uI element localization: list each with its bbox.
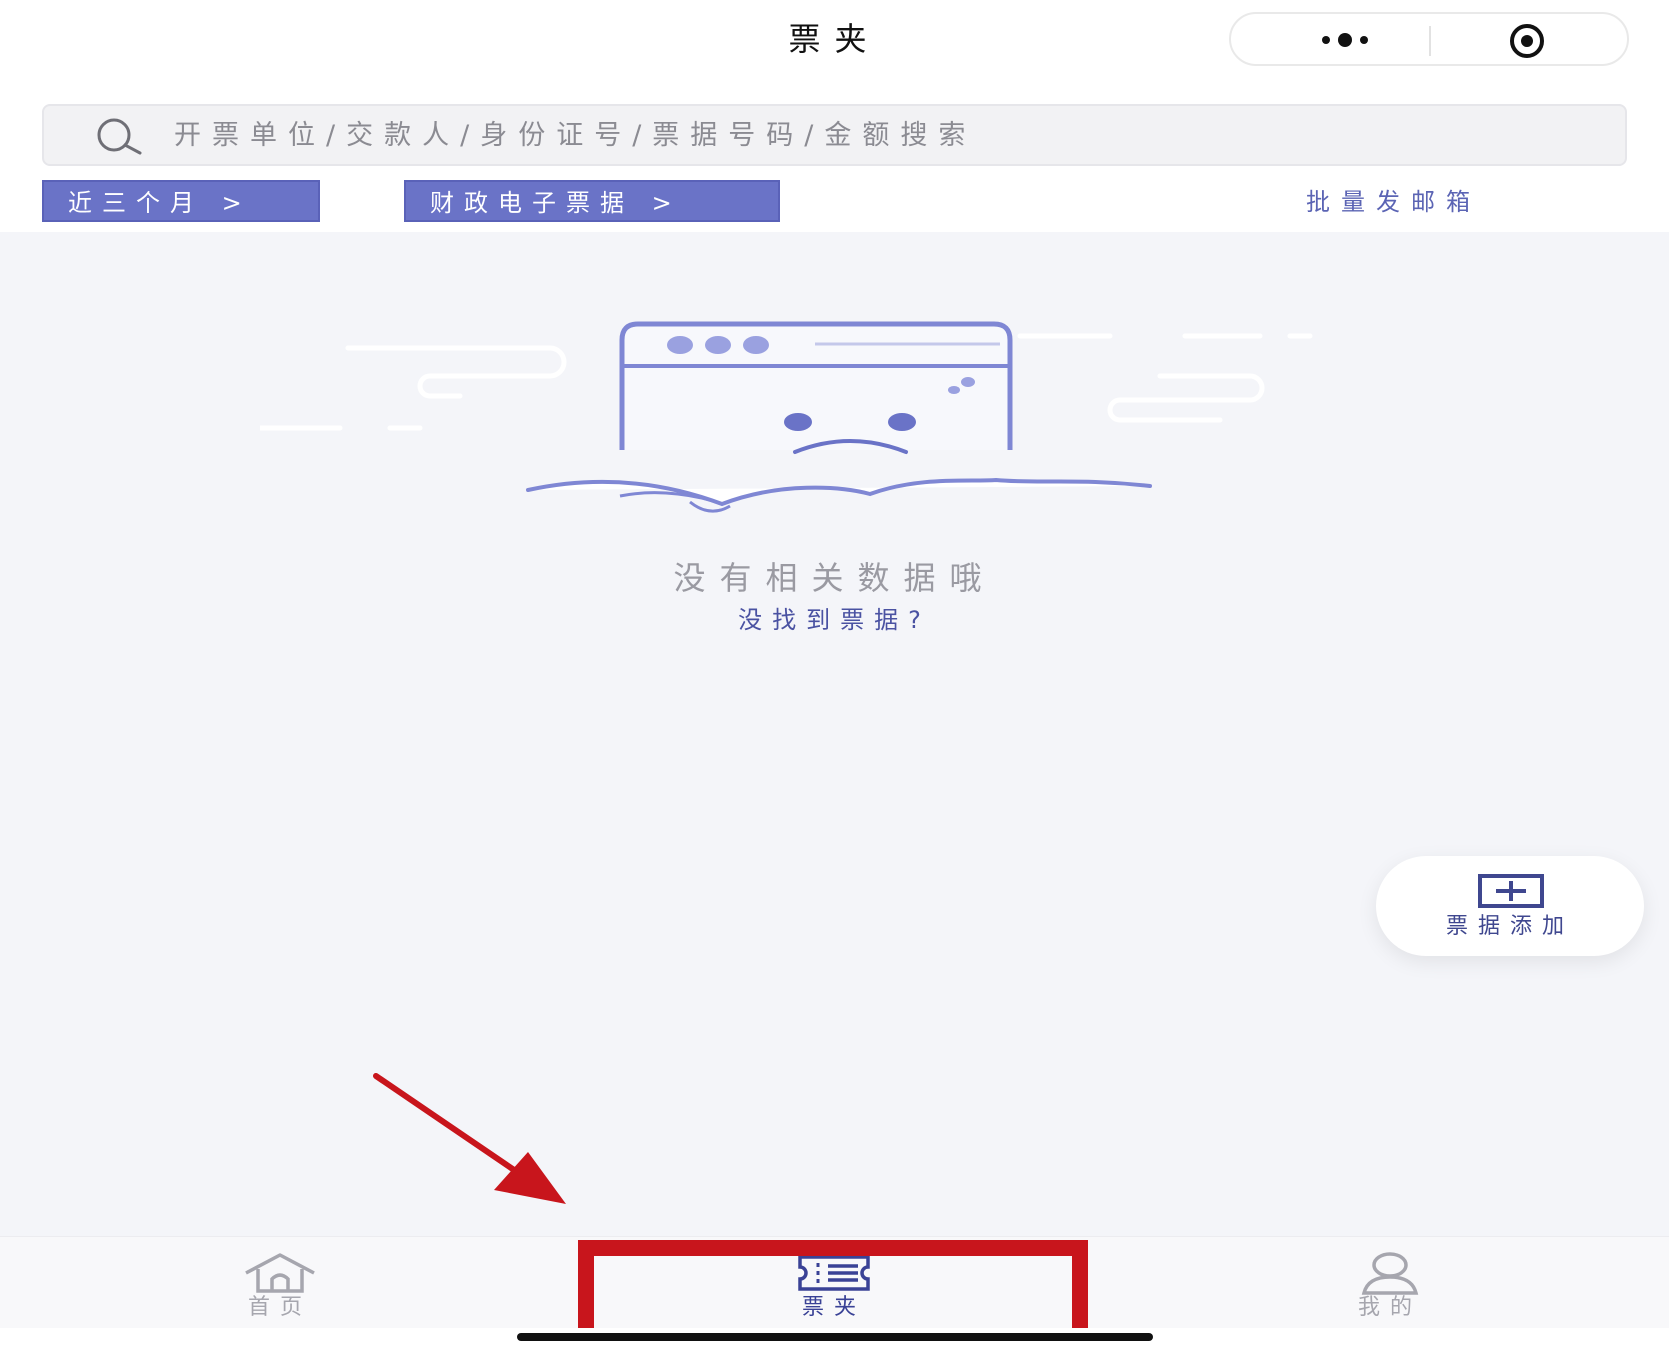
add-invoice-label: 票据添加 bbox=[1445, 914, 1574, 939]
not-found-invoice-link[interactable]: 没找到票据? bbox=[0, 602, 1669, 638]
tab-mine[interactable]: 我的 bbox=[1270, 1237, 1510, 1329]
batch-email-link[interactable]: 批量发邮箱 bbox=[1306, 184, 1481, 220]
miniprogram-capsule bbox=[1229, 12, 1629, 66]
period-filter-button[interactable]: 近三个月 > bbox=[42, 180, 320, 222]
search-icon bbox=[97, 118, 142, 155]
invoice-type-filter-button[interactable]: 财政电子票据 > bbox=[404, 180, 780, 222]
ticket-wallet-icon bbox=[798, 1255, 870, 1291]
add-invoice-button[interactable]: 票据添加 bbox=[1376, 856, 1644, 956]
bottom-tab-bar: 首页 票夹 我的 bbox=[0, 1236, 1669, 1329]
user-icon bbox=[1361, 1252, 1419, 1295]
home-indicator bbox=[517, 1333, 1153, 1341]
tab-home[interactable]: 首页 bbox=[160, 1237, 400, 1329]
search-placeholder: 开票单位/交款人/身份证号/票据号码/金额搜索 bbox=[174, 120, 977, 151]
plus-square-icon bbox=[1478, 874, 1544, 908]
capsule-divider bbox=[1429, 26, 1431, 56]
tab-ticket-wallet-label: 票夹 bbox=[801, 1295, 866, 1320]
top-header: 票夹 开票单位/交款人/身份证号/票据号码/金额搜索 近三个月 > 财政电子票据… bbox=[0, 0, 1669, 232]
home-icon bbox=[245, 1253, 315, 1293]
tab-mine-label: 我的 bbox=[1357, 1295, 1422, 1320]
empty-state-title: 没有相关数据哦 bbox=[673, 559, 996, 597]
empty-state-illustration bbox=[260, 321, 1313, 513]
more-options-icon[interactable] bbox=[1285, 26, 1405, 54]
search-input[interactable]: 开票单位/交款人/身份证号/票据号码/金额搜索 bbox=[42, 104, 1627, 166]
close-target-icon[interactable] bbox=[1495, 24, 1559, 58]
annotation-arrow-icon bbox=[373, 1073, 566, 1204]
tab-home-label: 首页 bbox=[247, 1295, 312, 1320]
tab-ticket-wallet[interactable]: 票夹 bbox=[714, 1237, 954, 1329]
